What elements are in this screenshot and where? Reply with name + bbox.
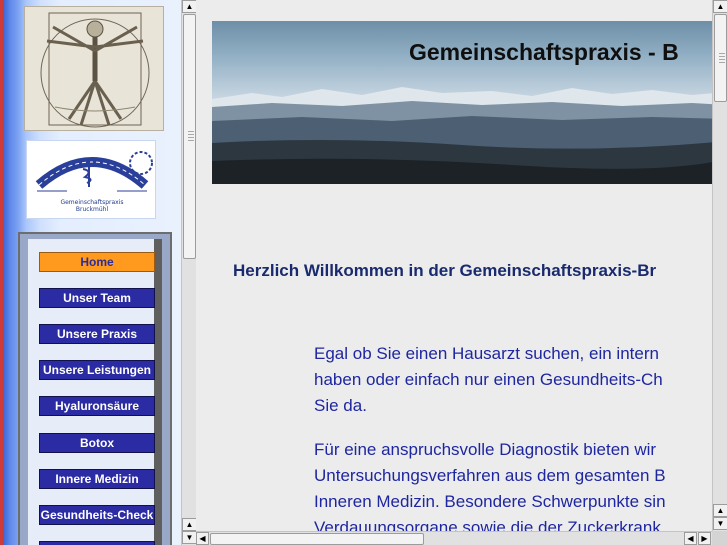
welcome-heading: Herzlich Willkommen in der Gemeinschafts… — [233, 261, 657, 280]
content-frame-horizontal-scrollbar[interactable]: ◀ ◀ ▶ — [196, 531, 712, 545]
grip-icon — [188, 131, 194, 143]
intro-paragraph: Egal ob Sie einen Hausarzt suchen, ein i… — [314, 341, 663, 419]
nav-hyaluronic-button[interactable]: Hyaluronsäure — [39, 396, 155, 416]
arrow-up-icon[interactable]: ▲ — [182, 518, 197, 531]
content-frame-vertical-scrollbar[interactable]: ▲ ▲ ▼ — [712, 0, 727, 531]
paragraph-line: Egal ob Sie einen Hausarzt suchen, ein i… — [314, 344, 659, 363]
navigation-menu-inner: Home Unser Team Unsere Praxis Unsere Lei… — [28, 239, 162, 545]
grip-icon — [719, 53, 725, 65]
paragraph-line: Sie da. — [314, 396, 367, 415]
nav-botox-button[interactable]: Botox — [39, 433, 155, 453]
left-frame-scrollbar[interactable]: ▲ ▲ ▼ — [181, 0, 197, 545]
scrollbar-corner — [712, 531, 727, 545]
banner-title: Gemeinschaftspraxis - B — [409, 39, 679, 65]
arrow-up-icon[interactable]: ▲ — [713, 504, 727, 517]
navigation-menu: Home Unser Team Unsere Praxis Unsere Lei… — [18, 232, 172, 545]
arrow-down-icon[interactable]: ▼ — [713, 517, 727, 530]
paragraph-line: haben oder einfach nur einen Gesundheits… — [314, 370, 663, 389]
mountain-landscape-image — [212, 87, 727, 184]
arrow-down-icon[interactable]: ▼ — [182, 531, 197, 544]
nav-home-button[interactable]: Home — [39, 252, 155, 272]
content-vertical-scroll-thumb[interactable] — [714, 14, 727, 102]
nav-next-button[interactable] — [39, 541, 155, 545]
nav-services-button[interactable]: Unsere Leistungen — [39, 360, 155, 380]
nav-practice-button[interactable]: Unsere Praxis — [39, 324, 155, 344]
arrow-left-icon[interactable]: ◀ — [684, 532, 697, 545]
content-frame: Gemeinschaftspraxis - B Herzlich Willkom… — [196, 0, 727, 545]
nav-internal-medicine-button[interactable]: Innere Medizin — [39, 469, 155, 489]
arrow-right-icon[interactable]: ▶ — [698, 532, 711, 545]
paragraph-line: Inneren Medizin. Besondere Schwerpunkte … — [314, 492, 666, 511]
practice-logo: Gemeinschaftspraxis Bruckmühl — [26, 140, 156, 219]
logo-caption-name: Gemeinschaftspraxis — [60, 199, 124, 206]
header-banner: Gemeinschaftspraxis - B — [212, 21, 727, 184]
left-scroll-thumb[interactable] — [183, 14, 196, 259]
nav-health-check-button[interactable]: Gesundheits-Check — [39, 505, 155, 525]
diagnostics-paragraph: Für eine anspruchsvolle Diagnostik biete… — [314, 437, 666, 541]
content-horizontal-scroll-thumb[interactable] — [210, 533, 424, 545]
nav-team-button[interactable]: Unser Team — [39, 288, 155, 308]
paragraph-line: Untersuchungsverfahren aus dem gesamten … — [314, 466, 666, 485]
arrow-up-icon[interactable]: ▲ — [182, 0, 197, 13]
left-navigation-frame: Gemeinschaftspraxis Bruckmühl Home Unser… — [0, 0, 181, 545]
vitruvian-man-image — [24, 6, 164, 131]
arrow-up-icon[interactable]: ▲ — [713, 0, 727, 13]
paragraph-line: Für eine anspruchsvolle Diagnostik biete… — [314, 440, 657, 459]
logo-caption-town: Bruckmühl — [75, 206, 109, 213]
arrow-left-icon[interactable]: ◀ — [196, 532, 209, 545]
